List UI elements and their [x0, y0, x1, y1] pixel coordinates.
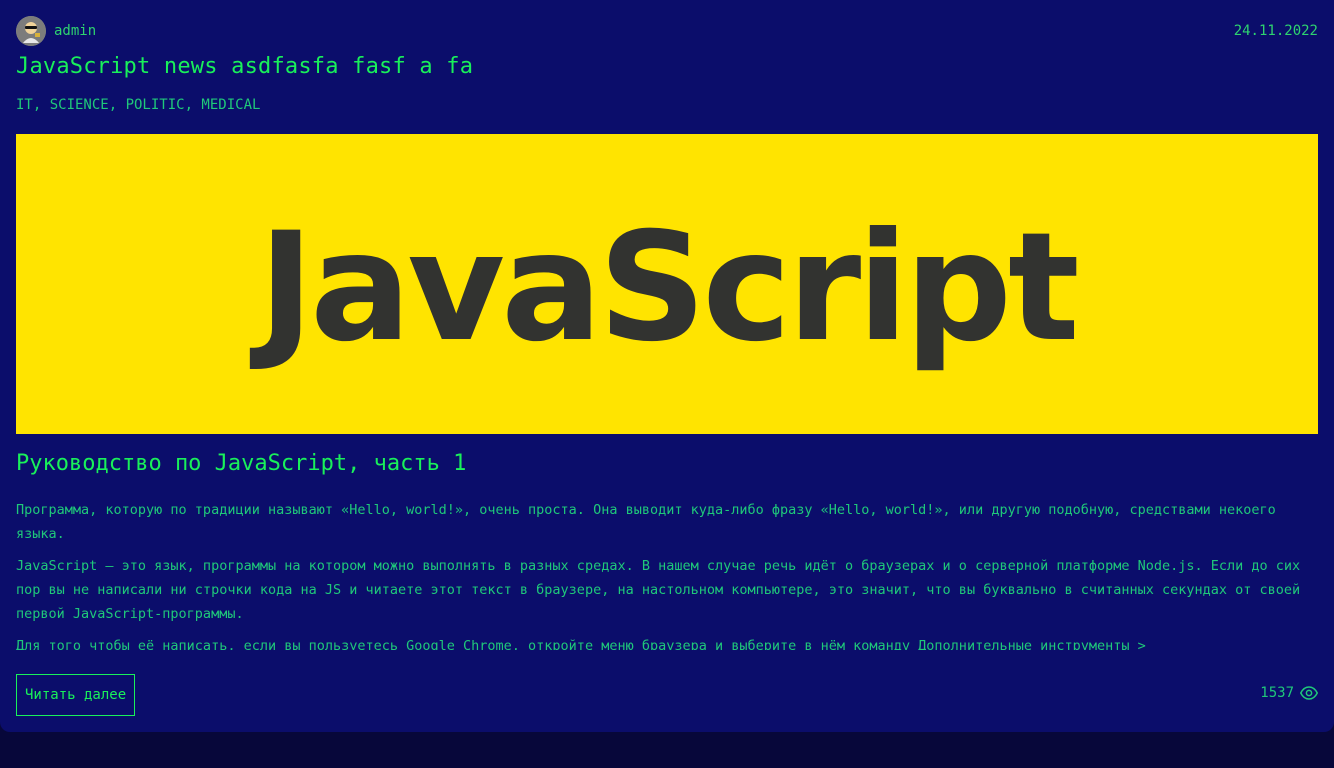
- post-categories: IT, SCIENCE, POLITIC, MEDICAL: [16, 97, 261, 113]
- post-meta: admin 24.11.2022: [16, 16, 1318, 46]
- avatar[interactable]: [16, 16, 46, 46]
- post-excerpt: Программа, которую по традиции называют …: [16, 498, 1316, 650]
- read-more-button[interactable]: Читать далее: [16, 674, 136, 716]
- post-image-text: JavaScript: [258, 201, 1079, 375]
- post-title[interactable]: JavaScript news asdfasfa fasf a fa: [16, 54, 473, 79]
- post-date: 24.11.2022: [1233, 23, 1318, 39]
- author-name[interactable]: admin: [54, 23, 96, 39]
- eye-icon: [1300, 686, 1318, 700]
- view-counter: 1537: [1260, 684, 1318, 702]
- avatar-image: [16, 16, 46, 46]
- post-subtitle: Руководство по JavaScript, часть 1: [16, 451, 467, 476]
- excerpt-paragraph: Программа, которую по традиции называют …: [16, 502, 1276, 542]
- excerpt-paragraph: Для того чтобы её написать, если вы поль…: [16, 638, 1146, 650]
- author-block[interactable]: admin: [16, 16, 96, 46]
- view-count: 1537: [1260, 685, 1294, 701]
- post-card: admin 24.11.2022 JavaScript news asdfasf…: [0, 0, 1334, 732]
- post-image: JavaScript: [16, 134, 1318, 434]
- excerpt-paragraph: JavaScript — это язык, программы на кото…: [16, 558, 1301, 622]
